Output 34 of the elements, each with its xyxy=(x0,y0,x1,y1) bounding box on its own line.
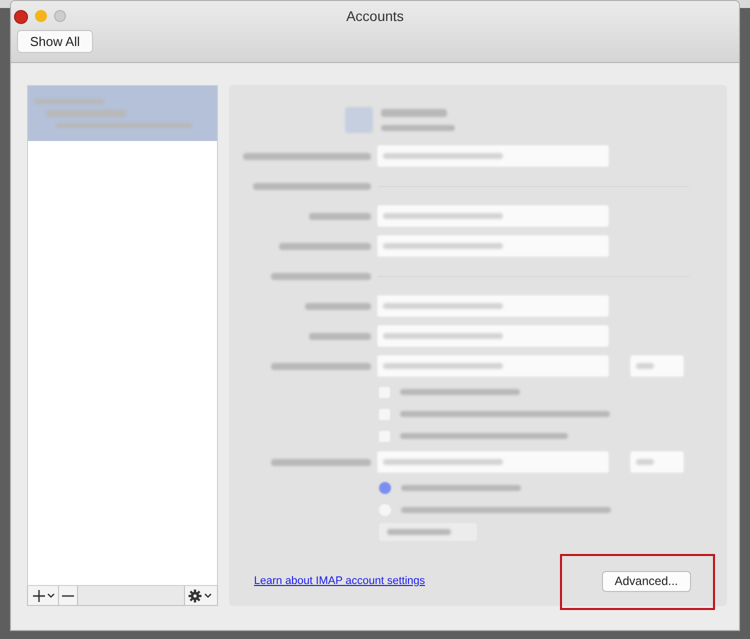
port-field[interactable] xyxy=(631,356,683,376)
blurred-text xyxy=(309,212,371,220)
text-field[interactable] xyxy=(378,146,608,166)
blurred-text xyxy=(387,529,451,535)
minus-icon xyxy=(62,594,74,596)
account-icon xyxy=(345,107,373,133)
text-field[interactable] xyxy=(378,356,608,376)
blurred-text xyxy=(381,109,447,117)
help-link[interactable]: Learn about IMAP account settings xyxy=(254,575,426,587)
action-menu-button[interactable] xyxy=(184,586,217,605)
gear-icon xyxy=(188,588,214,602)
blurred-text xyxy=(636,459,654,465)
options-button[interactable] xyxy=(379,523,477,541)
window-title: Accounts xyxy=(346,8,404,24)
add-account-button[interactable] xyxy=(28,586,59,605)
minimize-button[interactable] xyxy=(35,10,47,22)
radio-button[interactable] xyxy=(379,482,391,494)
blurred-text xyxy=(34,99,104,104)
zoom-button[interactable] xyxy=(54,10,66,22)
text-field[interactable] xyxy=(378,296,608,316)
port-field[interactable] xyxy=(631,452,683,472)
text-field[interactable] xyxy=(378,236,608,256)
text-field[interactable] xyxy=(378,452,608,472)
text-field[interactable] xyxy=(378,326,608,346)
text-field[interactable] xyxy=(378,206,608,226)
remove-account-button[interactable] xyxy=(59,586,78,605)
account-item[interactable] xyxy=(28,86,217,141)
blurred-text xyxy=(309,332,371,340)
advanced-button[interactable]: Advanced... xyxy=(602,570,691,592)
plus-icon xyxy=(31,588,55,602)
close-button[interactable] xyxy=(14,10,28,24)
blurred-text xyxy=(305,302,371,310)
blurred-text xyxy=(636,363,654,369)
show-all-button[interactable]: Show All xyxy=(17,30,93,53)
